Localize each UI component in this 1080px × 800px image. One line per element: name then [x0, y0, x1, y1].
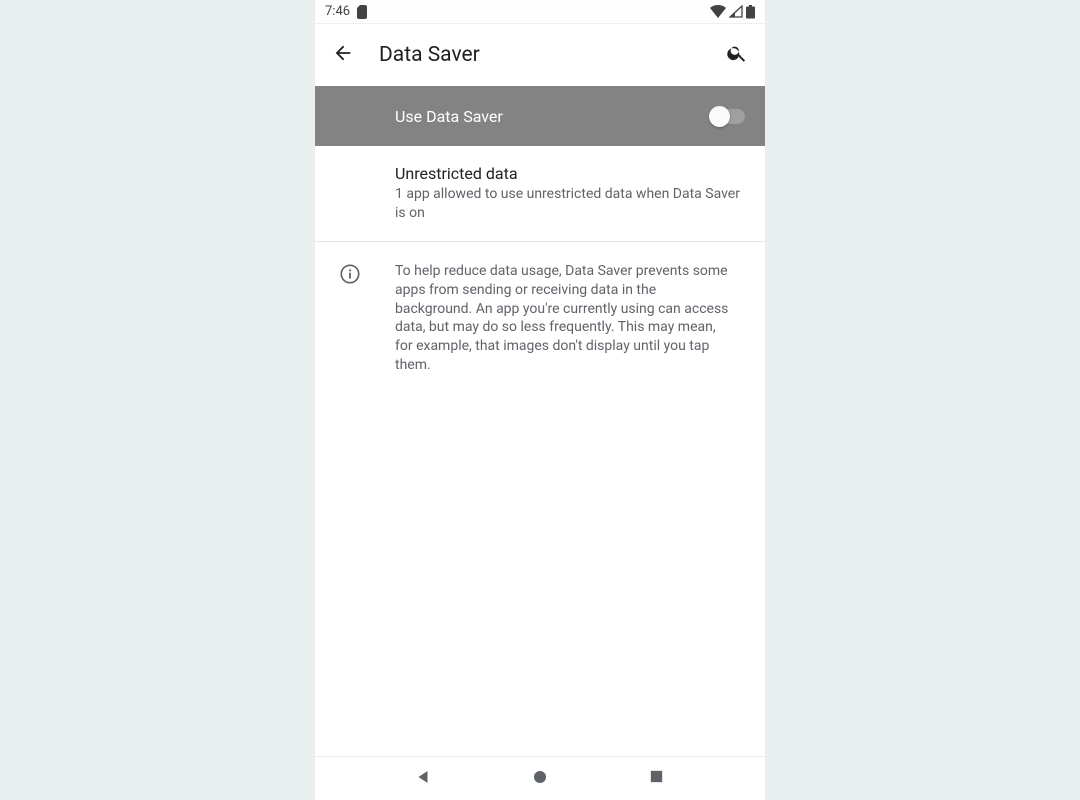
nav-back-button[interactable]: [411, 767, 435, 791]
unrestricted-subtitle: 1 app allowed to use unrestricted data w…: [395, 185, 741, 223]
info-icon: [339, 263, 363, 287]
wifi-icon: [710, 5, 726, 18]
status-bar-left: 7:46: [325, 4, 368, 19]
data-saver-toggle-row[interactable]: Use Data Saver: [315, 86, 765, 146]
nav-home-icon: [531, 768, 549, 790]
unrestricted-data-item[interactable]: Unrestricted data 1 app allowed to use u…: [315, 146, 765, 242]
info-block: To help reduce data usage, Data Saver pr…: [315, 242, 765, 393]
status-bar: 7:46: [315, 0, 765, 24]
page-title: Data Saver: [379, 43, 701, 67]
phone-frame: 7:46 Data Saver: [315, 0, 765, 800]
nav-recent-icon: [648, 768, 665, 789]
switch-thumb: [709, 106, 730, 127]
unrestricted-title: Unrestricted data: [395, 164, 741, 183]
sd-card-icon: [356, 5, 368, 19]
signal-icon: [729, 5, 743, 18]
app-bar: Data Saver: [315, 24, 765, 86]
status-time: 7:46: [325, 4, 350, 19]
navigation-bar: [315, 756, 765, 800]
nav-home-button[interactable]: [528, 767, 552, 791]
status-bar-right: [710, 5, 755, 19]
battery-icon: [746, 5, 755, 19]
back-button[interactable]: [331, 43, 355, 67]
nav-recent-button[interactable]: [645, 767, 669, 791]
search-button[interactable]: [725, 43, 749, 67]
data-saver-switch[interactable]: [709, 106, 745, 126]
data-saver-toggle-label: Use Data Saver: [395, 107, 503, 126]
info-text: To help reduce data usage, Data Saver pr…: [395, 262, 741, 375]
search-icon: [726, 42, 748, 68]
nav-back-icon: [414, 768, 432, 790]
arrow-back-icon: [332, 42, 354, 68]
